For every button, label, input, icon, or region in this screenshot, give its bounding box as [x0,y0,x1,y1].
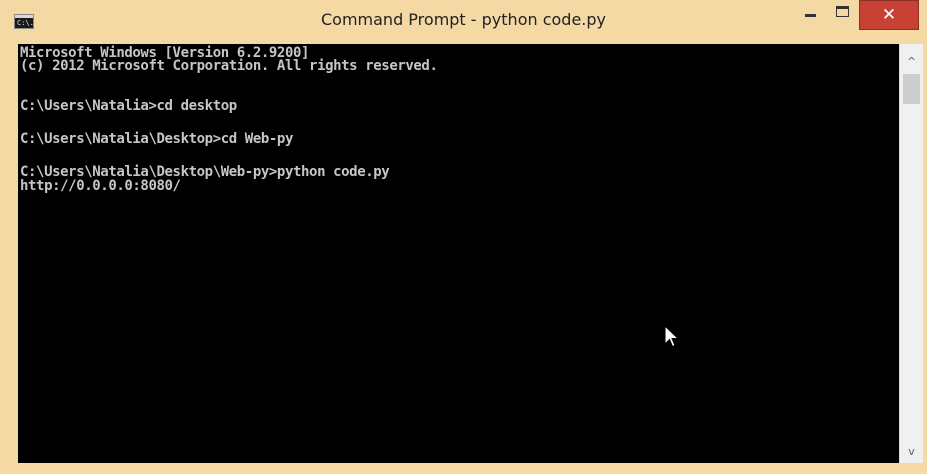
title-bar[interactable]: C:\. Command Prompt - python code.py ✕ [0,0,927,44]
console-line: http://0.0.0.0:8080/ [20,178,181,194]
minimize-button[interactable] [797,0,825,28]
mouse-pointer-icon [664,324,680,353]
maximize-button[interactable] [829,0,857,28]
scroll-down-arrow-icon[interactable]: v [900,442,923,462]
vertical-scrollbar[interactable]: ^ v [899,44,923,463]
close-icon: ✕ [881,5,897,25]
console-line: (c) 2012 Microsoft Corporation. All righ… [20,58,438,74]
command-prompt-window: C:\. Command Prompt - python code.py ✕ M… [0,0,927,474]
console-line: C:\Users\Natalia>cd desktop [20,98,237,114]
scroll-thumb[interactable] [903,74,920,104]
console-line: C:\Users\Natalia\Desktop\Web-py>python c… [20,164,390,180]
console-line: C:\Users\Natalia\Desktop>cd Web-py [20,131,293,147]
console-output[interactable]: Microsoft Windows [Version 6.2.9200] (c)… [18,44,899,463]
close-button[interactable]: ✕ [859,0,919,30]
mouse-pointer-graphic [664,324,680,348]
scroll-up-arrow-icon[interactable]: ^ [900,52,923,72]
minimize-icon [805,14,816,17]
maximize-icon [836,6,849,17]
window-title: Command Prompt - python code.py [320,10,606,29]
